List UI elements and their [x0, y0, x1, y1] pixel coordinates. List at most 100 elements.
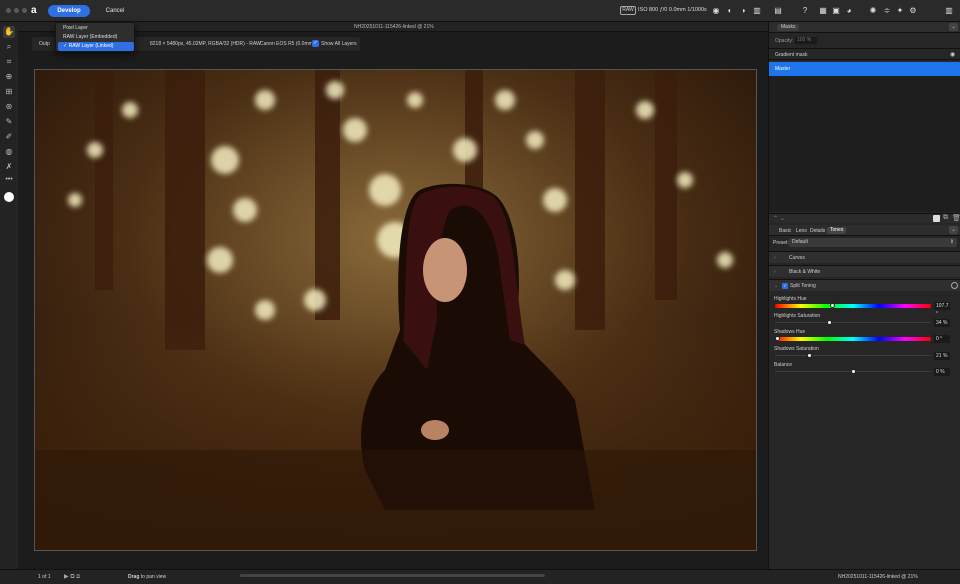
hand-tool-icon[interactable]: ✋	[3, 26, 15, 38]
masks-list-area	[769, 76, 960, 212]
chevron-down-icon[interactable]: ⌄	[949, 226, 958, 234]
highlights-saturation-value[interactable]: 34 %	[934, 319, 950, 327]
eye-icon[interactable]: ◉	[711, 6, 721, 16]
layer-type-menu[interactable]: Pixel Layer RAW Layer (Embedded) ✓ RAW L…	[55, 22, 135, 52]
mask-item-gradient[interactable]: Gradient mask ◉	[769, 48, 960, 60]
section-split-toning[interactable]: ⌄ ✓ Split Toning	[769, 279, 960, 291]
split-toning-checkbox[interactable]: ✓	[782, 283, 788, 289]
preset-label: Preset:	[773, 240, 789, 246]
chevron-right-icon: ›	[774, 255, 776, 261]
split-view-icon[interactable]: ◐	[725, 6, 735, 16]
tab-masks[interactable]: Masks	[777, 24, 800, 31]
highlights-saturation-knob[interactable]	[826, 320, 832, 325]
output-label: Outp	[39, 41, 50, 47]
opacity-label: Opacity:	[775, 38, 794, 44]
preset-select[interactable]: Default ⇕	[789, 238, 957, 247]
erase-tool-icon[interactable]: ✐	[3, 131, 15, 143]
develop-button[interactable]: Develop	[48, 5, 90, 17]
photo-canvas[interactable]	[34, 69, 757, 551]
chevron-icons[interactable]: ⌃ ⌄	[773, 215, 785, 222]
show-all-layers-checkbox[interactable]: ✓	[312, 40, 319, 47]
camera-info: Canon EOS R5 (0.0mm)	[260, 41, 315, 47]
cancel-button[interactable]: Cancel	[98, 5, 132, 17]
raw-badge: RAW	[620, 6, 636, 15]
horizontal-scrollbar[interactable]	[240, 574, 545, 577]
status-hint: Drag to pan view	[128, 574, 166, 580]
highlights-saturation-label: Highlights Saturation	[774, 313, 821, 319]
status-bar: 1 of 1 ▶ ⧉ ⧈ Drag to pan view NH20251011…	[0, 569, 960, 584]
play-icon[interactable]: ▶ ⧉ ⧈	[64, 573, 80, 581]
section-curves[interactable]: › Curves	[769, 251, 960, 263]
highlights-hue-knob[interactable]	[829, 303, 835, 308]
square-icon[interactable]	[933, 215, 940, 222]
blemish-tool-icon[interactable]: ⊛	[3, 101, 15, 113]
gradient-tool-icon[interactable]: ◍	[3, 146, 15, 158]
mask-item-label: Gradient mask	[775, 52, 808, 58]
crop-tool-icon[interactable]: ⌗	[3, 56, 15, 68]
star-icon[interactable]: ✦	[895, 6, 905, 16]
image-info: 8218 × 5480px, 45.02MP, RGBA/32 (HDR) - …	[150, 41, 261, 47]
shadows-saturation-value[interactable]: 21 %	[934, 352, 950, 360]
chevron-right-icon: ›	[774, 269, 776, 275]
minimize-window-button[interactable]	[14, 8, 19, 13]
section-black-white[interactable]: › Black & White	[769, 265, 960, 277]
menu-item-raw-embedded[interactable]: RAW Layer (Embedded)	[58, 33, 134, 42]
grid-icon[interactable]: ▦	[818, 6, 828, 16]
help-icon[interactable]: ?	[800, 6, 810, 16]
more-tools-icon[interactable]: •••	[3, 174, 15, 186]
clipping-icon[interactable]: ▥	[752, 6, 762, 16]
mask-item-label: Master	[775, 66, 791, 72]
tools-panel: ✋ ⌕ ⌗ ⊕ ⊞ ⊛ ✎ ✐ ◍ ✗ •••	[0, 22, 18, 578]
histogram-icon[interactable]: ▣	[831, 6, 841, 16]
white-balance-icon[interactable]: ◕	[844, 6, 854, 16]
menu-item-pixel-layer[interactable]: Pixel Layer	[58, 24, 134, 33]
duplicate-icon[interactable]: ⧉	[943, 214, 948, 222]
exif-readout: ISO 800 ƒ/0 0.0mm 1/1000s	[638, 7, 707, 13]
panel-toggle-icon[interactable]: ▤	[773, 6, 783, 16]
white-balance-tool-icon[interactable]: ⊕	[3, 71, 15, 83]
document-title: NH20251011-115426-linked @ 21%	[354, 24, 434, 30]
preset-value: Default	[792, 239, 808, 245]
tab-tones[interactable]: Tones	[827, 227, 847, 234]
balance-value[interactable]: 0 %	[934, 368, 950, 376]
shadows-hue-label: Shadows Hue	[774, 329, 806, 335]
highlights-hue-value[interactable]: 107.7 °	[934, 302, 950, 317]
color-swatch[interactable]	[4, 192, 14, 202]
balance-knob[interactable]	[851, 369, 856, 374]
highlights-saturation-slider[interactable]	[775, 322, 931, 323]
photo-image	[35, 70, 756, 550]
reset-icon[interactable]	[951, 282, 958, 289]
shadows-saturation-knob[interactable]	[806, 353, 812, 358]
shadows-saturation-slider[interactable]	[775, 355, 931, 356]
adjust-icon[interactable]: ≑	[882, 6, 892, 16]
section-label: Black & White	[789, 269, 821, 275]
sun-icon[interactable]: ✺	[868, 6, 878, 16]
menu-item-raw-linked[interactable]: ✓ RAW Layer (Linked)	[58, 42, 134, 51]
zoom-window-button[interactable]	[22, 8, 27, 13]
visibility-eye-icon[interactable]: ◉	[950, 51, 955, 58]
tab-details[interactable]: Details	[810, 228, 825, 234]
overlay-tool-icon[interactable]: ✗	[3, 161, 15, 173]
mask-item-master[interactable]: Master	[769, 62, 960, 76]
opacity-field[interactable]: 100 %	[795, 37, 817, 44]
compare-icon[interactable]: ◑	[738, 6, 748, 16]
more-icon[interactable]: ▥	[944, 6, 954, 16]
tab-lens[interactable]: Lens	[796, 228, 807, 234]
shadows-hue-slider[interactable]	[775, 337, 931, 341]
section-label: Split Toning	[790, 283, 816, 289]
tab-basic[interactable]: Basic	[779, 228, 791, 234]
document-status: NH20251011-115426-linked @ 21%	[838, 574, 918, 580]
trash-icon[interactable]: 🗑	[952, 214, 960, 222]
close-window-button[interactable]	[6, 8, 11, 13]
shadows-hue-value[interactable]: 0 °	[934, 335, 950, 343]
highlights-hue-slider[interactable]	[775, 304, 931, 308]
brush-tool-icon[interactable]: ✎	[3, 116, 15, 128]
shadows-hue-knob[interactable]	[775, 336, 780, 341]
hint-text: to pan view	[140, 574, 167, 580]
hint-bold: Drag	[128, 574, 140, 580]
red-eye-tool-icon[interactable]: ⊞	[3, 86, 15, 98]
chevron-down-icon[interactable]: ⌄	[949, 23, 958, 31]
settings-icon[interactable]: ⚙	[908, 6, 918, 16]
zoom-tool-icon[interactable]: ⌕	[3, 41, 15, 53]
page-indicator: 1 of 1	[38, 574, 51, 580]
